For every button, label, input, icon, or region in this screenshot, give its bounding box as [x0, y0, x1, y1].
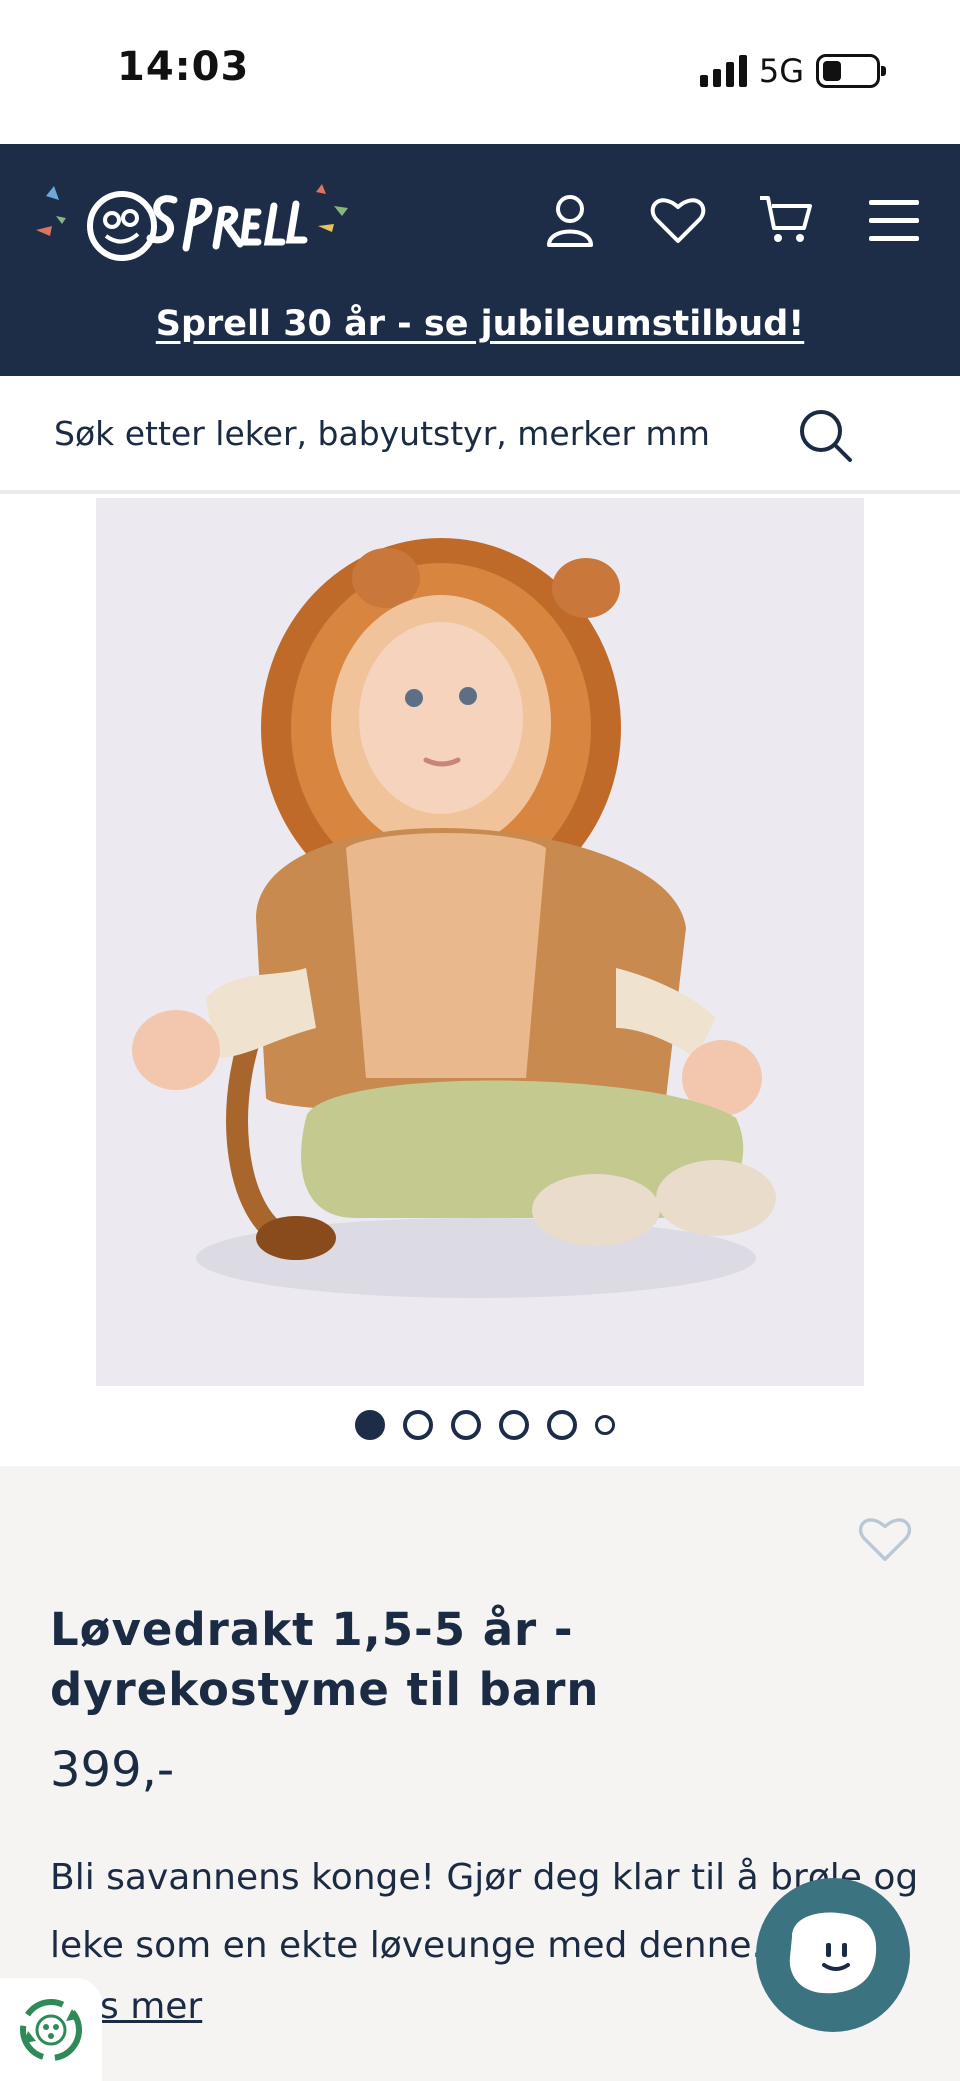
promo-link[interactable]: Sprell 30 år - se jubileumstilbud!	[156, 304, 805, 344]
battery-icon	[816, 54, 886, 88]
sprell-logo[interactable]	[34, 178, 364, 268]
network-label: 5G	[758, 52, 804, 90]
gallery-dot-5[interactable]	[547, 1410, 577, 1440]
gallery-dot-6[interactable]	[595, 1415, 615, 1435]
heart-icon[interactable]	[650, 192, 706, 248]
status-indicators: 5G	[699, 52, 886, 90]
search-icon[interactable]	[796, 406, 856, 466]
recycle-icon	[20, 1998, 82, 2061]
eco-badge[interactable]	[0, 1978, 102, 2081]
search-input[interactable]: Søk etter leker, babyutstyr, merker mm	[54, 414, 710, 453]
product-gallery[interactable]	[0, 498, 960, 1466]
chat-button[interactable]	[756, 1878, 910, 2032]
menu-icon[interactable]	[866, 192, 922, 248]
signal-icon	[699, 55, 747, 87]
status-time: 14:03	[117, 44, 250, 90]
site-header: Sprell 30 år - se jubileumstilbud!	[0, 144, 960, 376]
favorite-heart-icon[interactable]	[858, 1514, 912, 1564]
cart-icon[interactable]	[758, 192, 814, 248]
gallery-dot-4[interactable]	[499, 1410, 529, 1440]
product-price: 399,-	[50, 1742, 175, 1798]
gallery-dot-1[interactable]	[355, 1410, 385, 1440]
header-actions	[542, 192, 922, 248]
gallery-pagination	[0, 1410, 960, 1440]
status-bar: 14:03 5G	[0, 0, 960, 144]
gallery-dot-3[interactable]	[451, 1410, 481, 1440]
product-info: Løvedrakt 1,5-5 år - dyrekostyme til bar…	[0, 1466, 960, 2081]
promo-banner: Sprell 30 år - se jubileumstilbud!	[0, 304, 960, 344]
account-icon[interactable]	[542, 192, 598, 248]
product-title: Løvedrakt 1,5-5 år - dyrekostyme til bar…	[50, 1603, 600, 1716]
gallery-dot-2[interactable]	[403, 1410, 433, 1440]
product-image[interactable]	[96, 498, 864, 1386]
search-bar[interactable]: Søk etter leker, babyutstyr, merker mm	[0, 376, 960, 494]
chat-face-icon	[789, 1912, 877, 1994]
read-more-link[interactable]: s mer	[100, 1986, 202, 2027]
